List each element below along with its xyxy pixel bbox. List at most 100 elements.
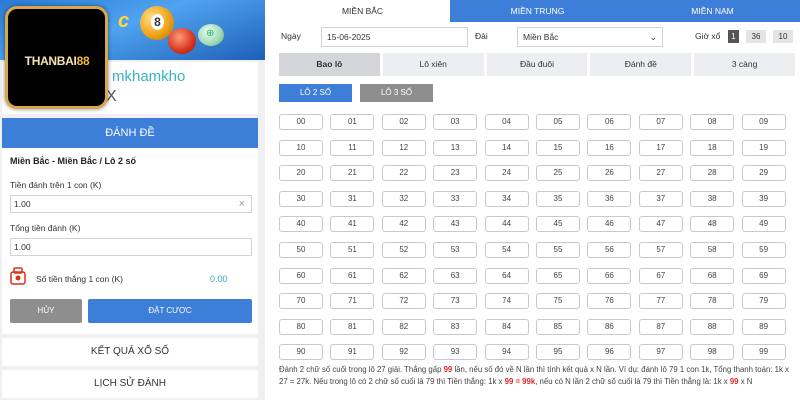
bet-history-button[interactable]: LỊCH SỬ ĐÁNH xyxy=(2,370,258,398)
number-cell-31[interactable]: 31 xyxy=(330,190,375,207)
number-cell-16[interactable]: 16 xyxy=(587,139,632,156)
number-cell-90[interactable]: 90 xyxy=(279,344,323,361)
number-cell-67[interactable]: 67 xyxy=(638,267,683,284)
number-cell-23[interactable]: 23 xyxy=(433,165,478,182)
number-cell-06[interactable]: 06 xyxy=(587,114,632,130)
danh-de-header[interactable]: ĐÁNH ĐỀ xyxy=(2,118,258,148)
cancel-button[interactable]: HỦY xyxy=(10,299,82,323)
number-cell-50[interactable]: 50 xyxy=(279,242,323,258)
number-cell-85[interactable]: 85 xyxy=(536,318,580,335)
number-cell-09[interactable]: 09 xyxy=(741,114,786,130)
number-cell-26[interactable]: 26 xyxy=(587,165,632,182)
number-cell-01[interactable]: 01 xyxy=(330,114,375,130)
tab-lo-xien[interactable]: Lô xiên xyxy=(382,53,484,76)
number-cell-03[interactable]: 03 xyxy=(433,114,478,130)
number-cell-70[interactable]: 70 xyxy=(279,293,323,310)
number-cell-91[interactable]: 91 xyxy=(330,344,375,361)
number-cell-75[interactable]: 75 xyxy=(536,293,580,310)
number-cell-39[interactable]: 39 xyxy=(741,190,786,207)
place-bet-button[interactable]: ĐẶT CƯỢC xyxy=(88,299,252,323)
tab-mien-trung[interactable]: MIỀN TRUNG xyxy=(450,0,625,22)
number-cell-55[interactable]: 55 xyxy=(536,242,580,258)
number-cell-19[interactable]: 19 xyxy=(741,139,786,156)
number-cell-71[interactable]: 71 xyxy=(330,293,375,310)
number-cell-38[interactable]: 38 xyxy=(690,190,735,207)
number-cell-74[interactable]: 74 xyxy=(484,293,529,310)
number-cell-46[interactable]: 46 xyxy=(587,216,632,233)
number-cell-61[interactable]: 61 xyxy=(330,267,375,284)
number-cell-29[interactable]: 29 xyxy=(741,165,786,182)
number-cell-84[interactable]: 84 xyxy=(484,318,529,335)
tab-lo-3-so[interactable]: LÔ 3 SỐ xyxy=(360,84,433,102)
number-cell-73[interactable]: 73 xyxy=(433,293,478,310)
number-cell-52[interactable]: 52 xyxy=(381,242,426,258)
number-cell-14[interactable]: 14 xyxy=(484,139,529,156)
number-cell-57[interactable]: 57 xyxy=(638,242,683,258)
number-cell-83[interactable]: 83 xyxy=(433,318,478,335)
number-cell-44[interactable]: 44 xyxy=(484,216,529,233)
number-cell-87[interactable]: 87 xyxy=(638,318,683,335)
number-cell-49[interactable]: 49 xyxy=(741,216,786,233)
number-cell-94[interactable]: 94 xyxy=(484,344,529,361)
number-cell-92[interactable]: 92 xyxy=(381,344,426,361)
number-cell-41[interactable]: 41 xyxy=(330,216,375,233)
number-cell-18[interactable]: 18 xyxy=(690,139,735,156)
number-cell-63[interactable]: 63 xyxy=(433,267,478,284)
tab-lo-2-so[interactable]: LÔ 2 SỐ xyxy=(279,84,352,102)
number-cell-21[interactable]: 21 xyxy=(330,165,375,182)
number-cell-33[interactable]: 33 xyxy=(433,190,478,207)
date-field[interactable]: 15-06-2025 xyxy=(321,27,468,47)
number-cell-60[interactable]: 60 xyxy=(279,267,323,284)
number-cell-51[interactable]: 51 xyxy=(330,242,375,258)
number-cell-62[interactable]: 62 xyxy=(381,267,426,284)
number-cell-32[interactable]: 32 xyxy=(381,190,426,207)
number-cell-56[interactable]: 56 xyxy=(587,242,632,258)
number-cell-81[interactable]: 81 xyxy=(330,318,375,335)
number-cell-98[interactable]: 98 xyxy=(690,344,735,361)
number-cell-53[interactable]: 53 xyxy=(433,242,478,258)
number-cell-00[interactable]: 00 xyxy=(279,114,323,130)
number-cell-28[interactable]: 28 xyxy=(690,165,735,182)
number-cell-58[interactable]: 58 xyxy=(690,242,735,258)
number-cell-77[interactable]: 77 xyxy=(638,293,683,310)
number-cell-89[interactable]: 89 xyxy=(741,318,786,335)
number-cell-22[interactable]: 22 xyxy=(381,165,426,182)
number-cell-93[interactable]: 93 xyxy=(433,344,478,361)
number-cell-36[interactable]: 36 xyxy=(587,190,632,207)
number-cell-69[interactable]: 69 xyxy=(741,267,786,284)
number-cell-48[interactable]: 48 xyxy=(690,216,735,233)
clear-icon[interactable]: × xyxy=(239,196,245,212)
tab-3-cang[interactable]: 3 càng xyxy=(694,53,795,76)
number-cell-08[interactable]: 08 xyxy=(690,114,735,130)
number-cell-27[interactable]: 27 xyxy=(638,165,683,182)
number-cell-17[interactable]: 17 xyxy=(638,139,683,156)
number-cell-88[interactable]: 88 xyxy=(690,318,735,335)
number-cell-42[interactable]: 42 xyxy=(381,216,426,233)
number-cell-13[interactable]: 13 xyxy=(433,139,478,156)
number-cell-40[interactable]: 40 xyxy=(279,216,323,233)
number-cell-07[interactable]: 07 xyxy=(638,114,683,130)
number-cell-20[interactable]: 20 xyxy=(279,165,323,182)
number-cell-66[interactable]: 66 xyxy=(587,267,632,284)
number-cell-34[interactable]: 34 xyxy=(484,190,529,207)
number-cell-72[interactable]: 72 xyxy=(381,293,426,310)
number-cell-78[interactable]: 78 xyxy=(690,293,735,310)
number-cell-15[interactable]: 15 xyxy=(536,139,580,156)
number-cell-10[interactable]: 10 xyxy=(279,139,323,156)
number-cell-95[interactable]: 95 xyxy=(536,344,580,361)
number-cell-68[interactable]: 68 xyxy=(690,267,735,284)
number-cell-25[interactable]: 25 xyxy=(536,165,580,182)
number-cell-11[interactable]: 11 xyxy=(330,139,375,156)
number-cell-79[interactable]: 79 xyxy=(741,293,786,310)
number-cell-05[interactable]: 05 xyxy=(536,114,580,130)
amount-input[interactable]: 1.00 × xyxy=(10,195,252,213)
number-cell-24[interactable]: 24 xyxy=(484,165,529,182)
number-cell-59[interactable]: 59 xyxy=(741,242,786,258)
number-cell-82[interactable]: 82 xyxy=(381,318,426,335)
tab-mien-bac[interactable]: MIỀN BẮC xyxy=(275,0,450,22)
number-cell-86[interactable]: 86 xyxy=(587,318,632,335)
number-cell-45[interactable]: 45 xyxy=(536,216,580,233)
tab-danh-de[interactable]: Đánh đề xyxy=(590,53,692,76)
number-cell-96[interactable]: 96 xyxy=(587,344,632,361)
number-cell-97[interactable]: 97 xyxy=(638,344,683,361)
